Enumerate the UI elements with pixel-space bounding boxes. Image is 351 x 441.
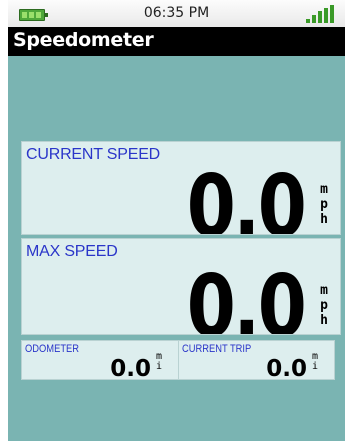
max-speed-panel: MAX SPEED 0.0 m p h: [21, 238, 341, 335]
odometer-label: ODOMETER: [25, 343, 80, 355]
current-trip-panel: CURRENT TRIP 0.0 m i: [178, 340, 335, 380]
unit-char: p: [320, 298, 328, 313]
signal-bar: [318, 11, 322, 23]
unit-char: m: [320, 283, 328, 298]
current-trip-unit: m i: [311, 352, 319, 372]
unit-char: p: [320, 197, 328, 212]
unit-char: i: [311, 361, 319, 372]
current-speed-panel: CURRENT SPEED 0.0 m p h: [21, 141, 341, 235]
signal-bar: [324, 8, 328, 23]
unit-char: h: [320, 212, 328, 227]
current-speed-unit: m p h: [317, 182, 331, 227]
unit-char: m: [320, 182, 328, 197]
odometer-panel: ODOMETER 0.0 m i: [21, 340, 179, 380]
status-time: 06:35 PM: [143, 5, 210, 21]
unit-char: h: [320, 313, 328, 328]
current-speed-value: 0.0: [186, 157, 306, 235]
current-trip-label: CURRENT TRIP: [182, 343, 252, 355]
signal-bar: [330, 5, 334, 23]
current-speed-label: CURRENT SPEED: [26, 146, 161, 163]
max-speed-unit: m p h: [317, 283, 331, 328]
unit-char: i: [155, 361, 163, 372]
odometer-unit: m i: [155, 352, 163, 372]
signal-bar: [306, 19, 310, 23]
signal-strength-icon: [306, 5, 334, 23]
current-trip-value: 0.0: [266, 356, 307, 380]
signal-bar: [312, 15, 316, 23]
max-speed-label: MAX SPEED: [26, 243, 118, 260]
status-bar: 06:35 PM: [8, 0, 345, 27]
device-screen: 06:35 PM Speedometer CURRENT SPEED 0.0 m…: [8, 0, 345, 441]
title-bar: Speedometer: [8, 27, 345, 56]
odometer-value: 0.0: [110, 356, 151, 380]
page-title: Speedometer: [13, 29, 154, 51]
max-speed-value: 0.0: [186, 257, 306, 335]
